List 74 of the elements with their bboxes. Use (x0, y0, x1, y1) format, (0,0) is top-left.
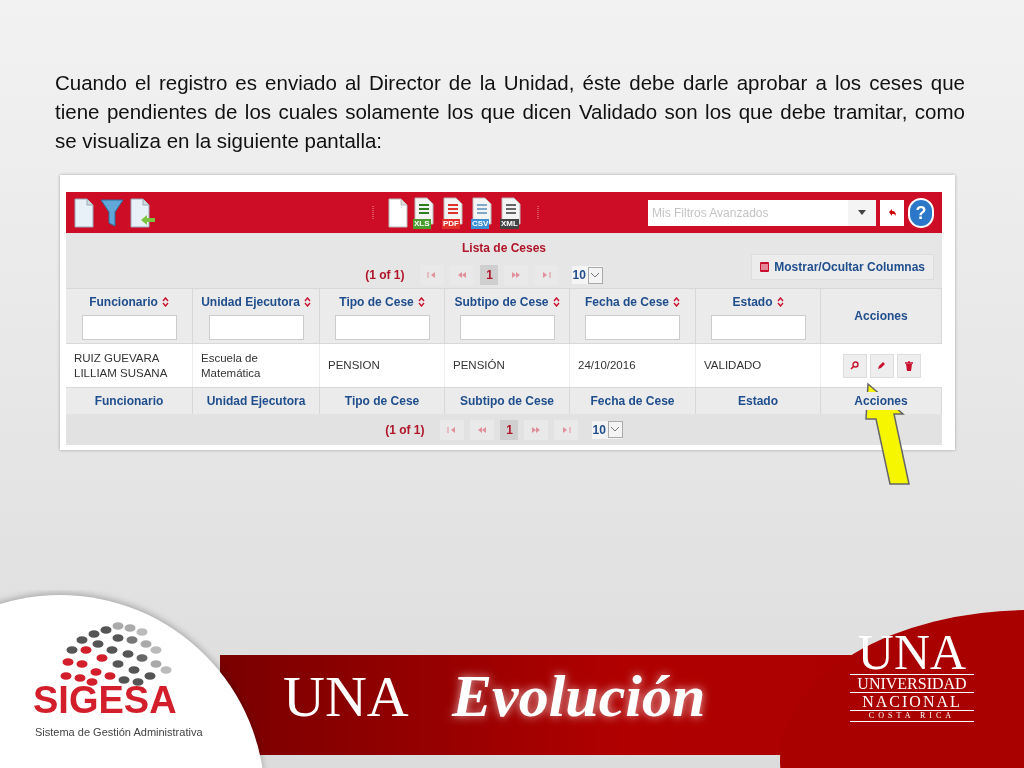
magnifier-icon (850, 361, 859, 370)
table-cell: RUIZ GUEVARA LILLIAM SUSANA (74, 350, 168, 381)
right-arrows-icon (531, 425, 542, 434)
delete-button[interactable] (896, 353, 921, 378)
next-page-button[interactable] (524, 419, 549, 440)
undo-button[interactable] (880, 199, 904, 226)
sigesa-logo-text: SIGESA (33, 681, 177, 719)
new-document-icon[interactable] (74, 197, 94, 228)
instruction-paragraph: Cuando el registro es enviado al Director de la Unidad, éste debe darle aprobar a los ceses que tiene pendientes de los cuales solamente los que dicen Validado son los que debe tramitar, como se visualiza en la siguiente pantalla: (55, 70, 965, 154)
caret-icon (858, 210, 866, 215)
document-arrow-icon[interactable] (130, 197, 156, 228)
funnel-icon[interactable] (100, 197, 124, 228)
left-arrows-icon (457, 271, 468, 279)
table-cell: PENSIÓN (453, 358, 505, 373)
view-button[interactable] (842, 353, 867, 378)
table-cell: PENSION (328, 358, 380, 373)
table-cell: VALIDADO (704, 358, 762, 373)
blank-document-icon[interactable] (388, 197, 408, 228)
column-filter-field[interactable] (459, 314, 555, 340)
column-header: Acciones (854, 308, 908, 325)
column-header[interactable]: Unidad Ejecutora (201, 292, 311, 311)
column-header[interactable]: Fecha de Cese (584, 292, 680, 311)
column-toggle-button[interactable]: Mostrar/Ocultar Columnas (751, 254, 934, 280)
column-filter-field[interactable] (585, 314, 680, 340)
column-filter-field[interactable] (208, 314, 304, 340)
grip-icon (372, 205, 375, 220)
trash-icon (904, 360, 913, 371)
evolucion-title: Evolución (452, 666, 706, 726)
grip-icon (537, 205, 540, 220)
left-arrows-icon (427, 271, 438, 279)
dropdown-button[interactable] (848, 199, 876, 226)
column-header[interactable]: Funcionario (89, 292, 169, 311)
left-arrows-icon (447, 425, 458, 434)
edit-button[interactable] (869, 353, 894, 378)
column-header[interactable]: Estado (732, 292, 784, 311)
right-arrows-icon (511, 271, 522, 279)
column-filter-field[interactable] (334, 314, 430, 340)
una-logo-text: UNA (857, 630, 967, 674)
left-arrows-icon (477, 425, 488, 434)
sort-icon[interactable] (673, 296, 680, 307)
table-caption: Lista de Ceses (461, 240, 546, 257)
sort-icon[interactable] (303, 296, 311, 307)
sort-icon[interactable] (552, 296, 560, 307)
previous-page-button[interactable] (470, 419, 495, 440)
rows-per-page-select[interactable]: 10 (572, 266, 603, 284)
sort-icon[interactable] (161, 296, 169, 307)
column-header[interactable]: Tipo de Cese (339, 292, 425, 311)
chevron-down-icon (591, 272, 600, 278)
university-name-line: COSTA RICA (850, 711, 974, 722)
list-icon (760, 262, 770, 272)
sort-icon[interactable] (417, 296, 425, 307)
pencil-icon (877, 361, 886, 370)
chevron-down-icon (611, 427, 620, 432)
right-arrows-icon (541, 271, 552, 279)
filter-field[interactable]: Mis Filtros Avanzados (648, 199, 848, 226)
table-cell: Escuela de Matemática (201, 350, 261, 381)
table-cell: 24/10/2016 (578, 358, 636, 373)
column-filter-field[interactable] (81, 314, 177, 340)
column-filter-field[interactable] (710, 314, 806, 340)
sigesa-subtitle: Sistema de Gestión Administrativa (35, 725, 203, 740)
page-summary: (1 of 1) (385, 421, 425, 439)
undo-arrow-icon (887, 208, 897, 217)
page-button[interactable]: 1 (500, 419, 519, 440)
right-arrows-icon (561, 425, 572, 434)
university-name-line: NACIONAL (850, 693, 974, 711)
footer-column-label: Acciones (852, 392, 910, 410)
help-button[interactable]: ? (908, 197, 934, 228)
una-title: UNA (283, 668, 409, 726)
page-button[interactable]: 1 (480, 265, 499, 285)
university-name-line: UNIVERSIDAD (850, 674, 974, 693)
sort-icon[interactable] (776, 296, 784, 307)
rows-per-page-select[interactable]: 10 (592, 420, 623, 439)
page-summary: (1 of 1) (365, 267, 405, 284)
column-header[interactable]: Subtipo de Cese (454, 292, 560, 311)
